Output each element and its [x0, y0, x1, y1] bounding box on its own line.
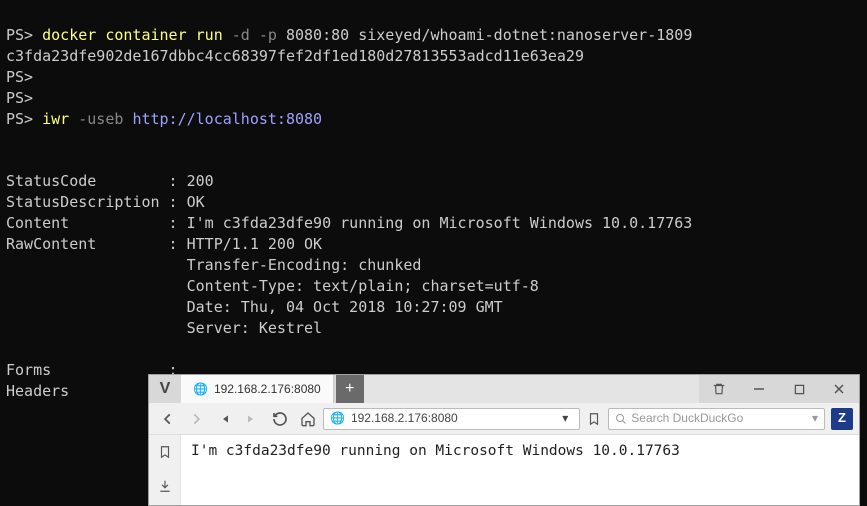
cmd-args: container run: [105, 26, 222, 44]
search-icon: [615, 413, 627, 425]
browser-window: V 🌐 192.168.2.176:8080 +: [148, 374, 860, 506]
trash-button[interactable]: [699, 375, 739, 403]
ps-prompt: PS>: [6, 110, 33, 128]
downloads-panel-icon[interactable]: [152, 473, 178, 499]
cmd-flags: -d -p: [232, 26, 277, 44]
globe-icon: 🌐: [193, 381, 208, 398]
powershell-terminal[interactable]: PS> docker container run -d -p 8080:80 s…: [0, 0, 867, 427]
ps-prompt: PS>: [6, 68, 33, 86]
url-arg: http://localhost:8080: [132, 110, 322, 128]
rewind-button[interactable]: [211, 406, 237, 432]
panel-sidebar: [149, 435, 181, 505]
extension-badge[interactable]: Z: [831, 408, 853, 430]
home-button[interactable]: [295, 406, 321, 432]
cmd-rest: 8080:80 sixeyed/whoami-dotnet:nanoserver…: [286, 26, 692, 44]
reload-button[interactable]: [267, 406, 293, 432]
site-info-icon[interactable]: 🌐: [330, 410, 345, 427]
address-bar[interactable]: 🌐 192.168.2.176:8080 ▾: [323, 408, 580, 430]
search-field[interactable]: Search DuckDuckGo ▾: [608, 408, 825, 430]
back-button[interactable]: [155, 406, 181, 432]
vivaldi-menu-button[interactable]: V: [149, 375, 181, 403]
forward-button[interactable]: [183, 406, 209, 432]
url-text: 192.168.2.176:8080: [351, 410, 551, 427]
toolbar: 🌐 192.168.2.176:8080 ▾ Search DuckDuckGo…: [149, 403, 859, 435]
fastforward-button[interactable]: [239, 406, 265, 432]
bookmark-button[interactable]: [582, 412, 606, 426]
maximize-button[interactable]: [779, 375, 819, 403]
ps-prompt: PS>: [6, 26, 33, 44]
search-placeholder: Search DuckDuckGo: [631, 410, 808, 427]
bookmarks-panel-icon[interactable]: [152, 439, 178, 465]
close-button[interactable]: [819, 375, 859, 403]
new-tab-button[interactable]: +: [336, 375, 364, 403]
response-body-text: I'm c3fda23dfe90 running on Microsoft Wi…: [191, 443, 680, 459]
container-id-output: c3fda23dfe902de167dbbc4cc68397fef2df1ed1…: [6, 47, 584, 65]
tab-bar: V 🌐 192.168.2.176:8080 +: [149, 375, 859, 403]
response-block: StatusCode : 200 StatusDescription : OK …: [6, 171, 861, 402]
page-content: I'm c3fda23dfe90 running on Microsoft Wi…: [181, 435, 859, 505]
cmd-iwr: iwr: [42, 110, 69, 128]
tab-title: 192.168.2.176:8080: [214, 381, 321, 398]
cmd-docker: docker: [42, 26, 96, 44]
minimize-button[interactable]: [739, 375, 779, 403]
search-dropdown-icon[interactable]: ▾: [812, 410, 818, 427]
active-tab[interactable]: 🌐 192.168.2.176:8080: [181, 375, 334, 403]
ps-prompt: PS>: [6, 89, 33, 107]
flag-useb: -useb: [78, 110, 123, 128]
url-dropdown-icon[interactable]: ▾: [557, 410, 573, 427]
